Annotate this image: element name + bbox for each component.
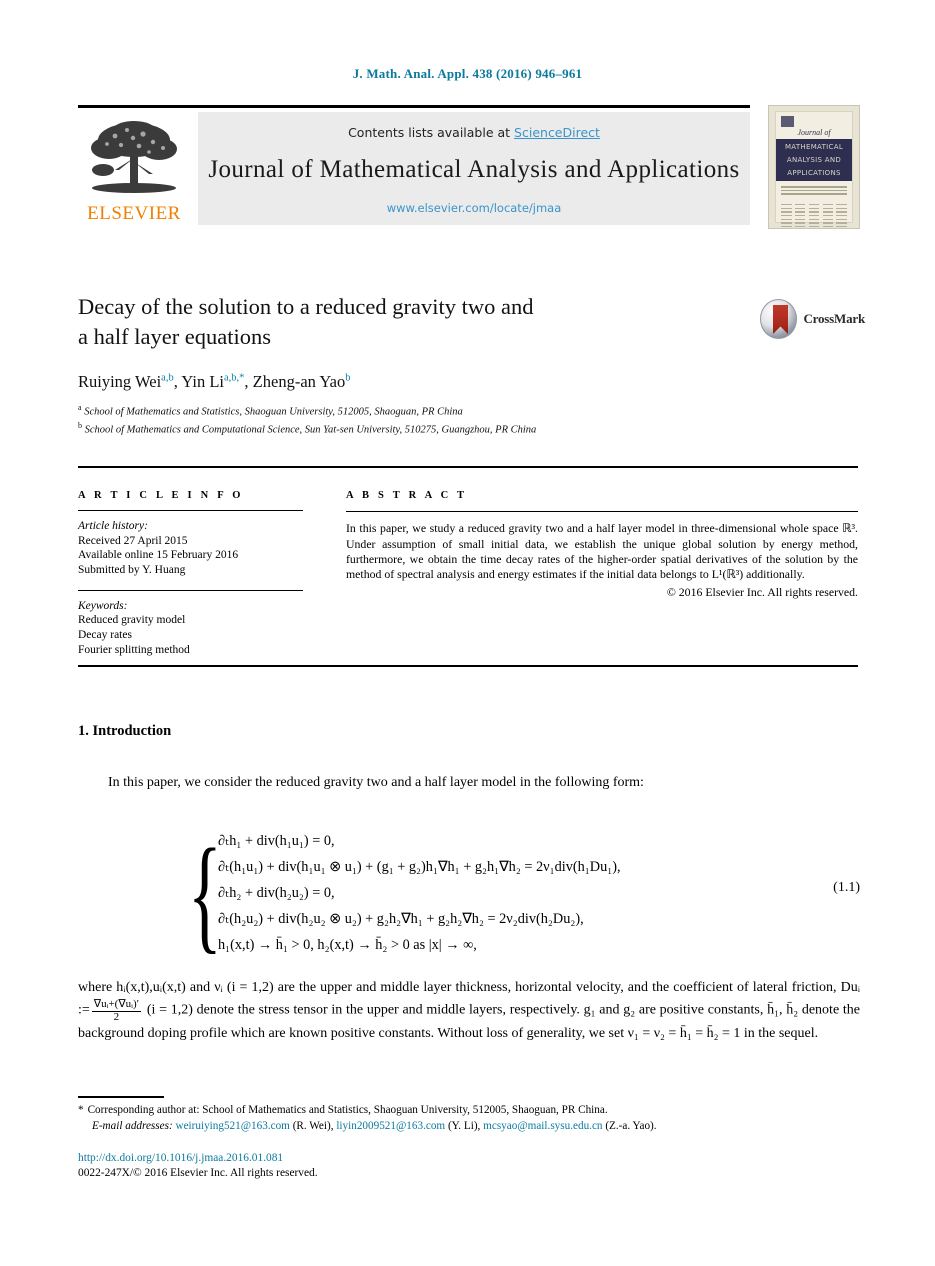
equation-line: ∂ₜ(h₂u₂) + div(h₂u₂ ⊗ u₂) + g₂h₂∇h₁ + g₂… <box>218 911 584 927</box>
affiliation-item: a School of Mathematics and Statistics, … <box>78 401 778 419</box>
email-owner: (Y. Li), <box>447 1119 481 1132</box>
abstract-heading: A B S T R A C T <box>346 490 468 501</box>
journal-cover-thumbnail: Journal of MATHEMATICAL ANALYSIS AND APP… <box>768 105 860 229</box>
paper-page: J. Math. Anal. Appl. 438 (2016) 946–961 <box>0 0 935 1266</box>
keyword-item[interactable]: Fourier splitting method <box>78 643 303 658</box>
equation-line: ∂ₜ(h₁u₁) + div(h₁u₁ ⊗ u₁) + (g₁ + g₂)h₁∇… <box>218 859 621 875</box>
email-link[interactable]: weiruiying521@163.com <box>175 1120 289 1132</box>
cover-title-band: MATHEMATICAL ANALYSIS AND APPLICATIONS <box>776 139 852 181</box>
affiliation-list: a School of Mathematics and Statistics, … <box>78 401 778 437</box>
email-addresses-note: E-mail addresses: weiruiying521@163.com … <box>78 1119 868 1135</box>
journal-masthead: ELSEVIER Contents lists available at Sci… <box>78 105 860 229</box>
cover-board-columns <box>781 204 847 228</box>
corresponding-marker: * <box>78 1104 84 1116</box>
doi-link[interactable]: http://dx.doi.org/10.1016/j.jmaa.2016.01… <box>78 1152 283 1164</box>
stress-tensor-fraction: ∇uᵢ+(∇uᵢ)′ 2 <box>91 998 142 1023</box>
affiliation-text: School of Mathematics and Statistics, Sh… <box>84 406 463 418</box>
elsevier-tree-icon <box>91 121 177 193</box>
fraction-denominator: 2 <box>113 1010 120 1023</box>
title-line-2: a half layer equations <box>78 324 272 349</box>
article-history-item: Received 27 April 2015 <box>78 534 188 547</box>
running-head: J. Math. Anal. Appl. 438 (2016) 946–961 <box>352 66 583 81</box>
abstract-text: In this paper, we study a reduced gravit… <box>346 521 858 582</box>
equation-number: (1.1) <box>833 880 860 895</box>
equation-line: h₁(x,t) → h̄₁ > 0, h₂(x,t) → h̄₂ > 0 as … <box>218 937 477 953</box>
masthead-top-rule <box>78 105 750 108</box>
contents-prefix: Contents lists available at <box>348 125 515 140</box>
affiliation-mark: b <box>78 420 82 430</box>
introduction-paragraph-1: In this paper, we consider the reduced g… <box>108 775 644 790</box>
footnote-rule <box>78 1096 164 1099</box>
keywords-rule <box>78 589 303 591</box>
email-owner: (Z.-a. Yao). <box>605 1119 657 1132</box>
article-history-item: Submitted by Y. Huang <box>78 563 186 576</box>
divider-above-info <box>78 466 858 468</box>
affiliation-item: b School of Mathematics and Computationa… <box>78 419 778 437</box>
email-owner: (R. Wei), <box>292 1119 334 1132</box>
equation-brace: { <box>188 823 222 965</box>
cover-band-line3: APPLICATIONS <box>787 169 841 177</box>
equation-1-1: { ∂ₜh₁ + div(h₁u₁) = 0, ∂ₜ(h₁u₁) + div(h… <box>78 828 860 968</box>
cover-band-line1: MATHEMATICAL <box>784 143 844 151</box>
abstract-rule <box>346 511 858 513</box>
keyword-item[interactable]: Decay rates <box>78 628 303 643</box>
corresponding-author-note: * Corresponding author at: School of Math… <box>78 1103 868 1119</box>
crossmark-badge[interactable]: CrossMark <box>760 298 865 340</box>
issn-copyright-line: 0022-247X/© 2016 Elsevier Inc. All right… <box>78 1167 318 1179</box>
journal-cover-inner: Journal of MATHEMATICAL ANALYSIS AND APP… <box>775 111 853 228</box>
equation-line: ∂ₜh₁ + div(h₁u₁) = 0, <box>218 833 335 849</box>
elsevier-logo: ELSEVIER <box>78 112 190 225</box>
author-name: Zheng-an Yao <box>252 372 346 391</box>
introduction-paragraph-2: where hᵢ(x,t),uᵢ(x,t) and νᵢ (i = 1,2) a… <box>78 977 860 1045</box>
abstract-copyright: © 2016 Elsevier Inc. All rights reserved… <box>666 584 858 599</box>
elsevier-wordmark: ELSEVIER <box>87 203 181 224</box>
email-link[interactable]: mcsyao@mail.sysu.edu.cn <box>483 1120 602 1132</box>
crossmark-badge-icon <box>760 299 798 339</box>
page-title: Decay of the solution to a reduced gravi… <box>78 292 728 352</box>
article-info-heading: A R T I C L E I N F O <box>78 490 244 501</box>
paragraph2-part-b: (i = 1,2) denote the stress tensor in th… <box>78 1002 861 1042</box>
journal-banner: Contents lists available at ScienceDirec… <box>198 112 750 225</box>
fraction-numerator: ∇uᵢ+(∇uᵢ)′ <box>91 998 142 1012</box>
email-label: E-mail addresses: <box>92 1119 173 1132</box>
author-name: Ruiying Wei <box>78 372 162 391</box>
sciencedirect-link[interactable]: ScienceDirect <box>514 125 600 140</box>
author-affil-marks[interactable]: a,b <box>161 373 174 384</box>
article-history-block: Article history: Received 27 April 2015 … <box>78 519 303 577</box>
crossmark-label: CrossMark <box>803 311 865 326</box>
title-line-1: Decay of the solution to a reduced gravi… <box>78 294 534 319</box>
footnote-block: * Corresponding author at: School of Math… <box>78 1103 868 1134</box>
abstract-column: A B S T R A C T In this paper, we study … <box>346 490 858 600</box>
article-info-rule <box>78 510 303 512</box>
article-history-label: Article history: <box>78 520 148 533</box>
author-name: Yin Li <box>181 372 224 391</box>
article-history-item: Available online 15 February 2016 <box>78 549 239 562</box>
email-link[interactable]: liyin2009521@163.com <box>336 1120 445 1132</box>
equation-line: ∂ₜh₂ + div(h₂u₂) = 0, <box>218 885 335 901</box>
contents-available-line: Contents lists available at ScienceDirec… <box>198 112 750 140</box>
author-list: Ruiying Weia,b, Yin Lia,b,*, Zheng-an Ya… <box>78 372 351 391</box>
cover-editor-lines <box>781 186 847 197</box>
equation-lines: ∂ₜh₁ + div(h₁u₁) = 0, ∂ₜ(h₁u₁) + div(h₁u… <box>218 828 621 958</box>
keywords-label: Keywords: <box>78 599 128 612</box>
keyword-item[interactable]: Reduced gravity model <box>78 613 303 628</box>
cover-band-line2: ANALYSIS AND <box>786 156 842 164</box>
divider-below-info <box>78 665 858 667</box>
cover-journal-of: Journal of <box>797 128 831 137</box>
section-heading-introduction: 1. Introduction <box>78 723 172 739</box>
journal-title: Journal of Mathematical Analysis and App… <box>208 156 740 183</box>
cover-publisher-mark-icon <box>781 116 794 127</box>
keywords-block: Keywords: Reduced gravity model Decay ra… <box>78 599 303 657</box>
affiliation-mark: a <box>78 403 82 412</box>
corresponding-text: Corresponding author at: School of Mathe… <box>87 1104 608 1116</box>
author-affil-marks[interactable]: a,b,* <box>224 373 244 384</box>
affiliation-text: School of Mathematics and Computational … <box>84 424 537 436</box>
author-affil-marks[interactable]: b <box>345 373 350 384</box>
journal-homepage-link[interactable]: www.elsevier.com/locate/jmaa <box>198 201 750 215</box>
article-info-column: A R T I C L E I N F O Article history: R… <box>78 490 303 657</box>
